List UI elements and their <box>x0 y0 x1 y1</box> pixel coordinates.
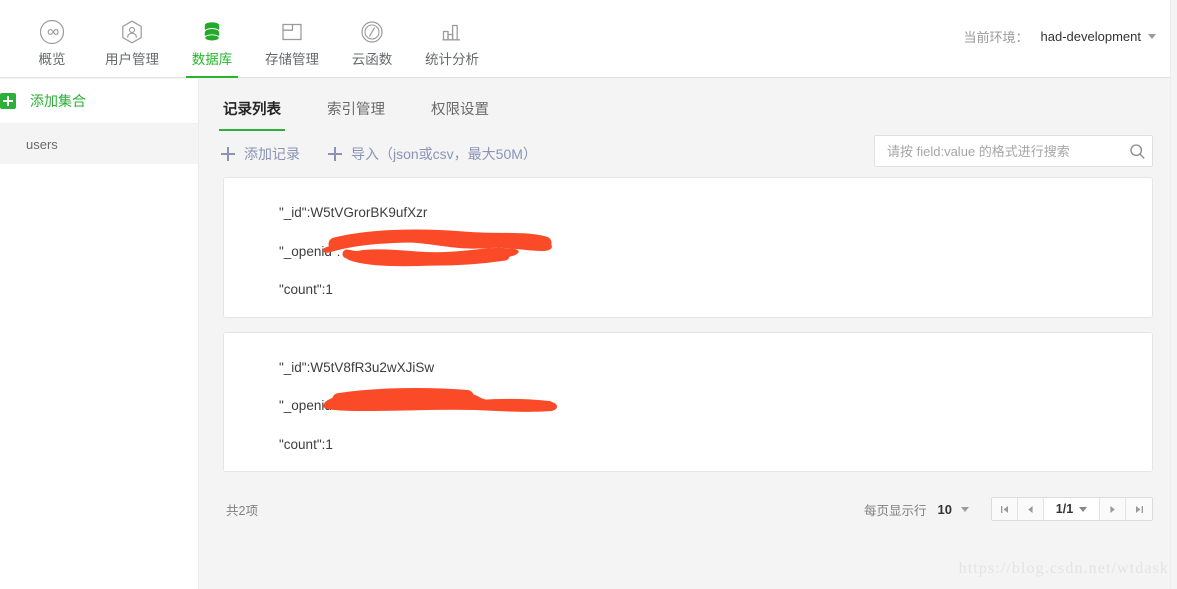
sidebar-item-users[interactable]: users <box>0 124 198 164</box>
nav-item-label: 数据库 <box>191 52 233 68</box>
tab-label: 权限设置 <box>431 101 489 118</box>
tab-bar: 记录列表 索引管理 权限设置 <box>200 79 1170 131</box>
prev-page-button[interactable] <box>1018 498 1044 520</box>
add-record-label: 添加记录 <box>244 146 300 162</box>
search-icon[interactable] <box>1122 143 1152 160</box>
nav-item-label: 概览 <box>38 52 66 68</box>
page-navigation: 1/1 <box>991 497 1153 521</box>
record-field-count: "count":1 <box>224 436 1152 452</box>
record-field-key: "_openid": <box>279 398 341 413</box>
record-toolbar: 添加记录 导入 （json或csv，最大50M） <box>200 131 1170 177</box>
pagination-footer: 共2项 每页显示行 10 1/1 <box>200 486 1170 526</box>
add-collection-label: 添加集合 <box>30 93 86 109</box>
nav-item-cloud-function[interactable]: 云函数 <box>332 0 412 78</box>
page-number-value: 1/1 <box>1055 502 1074 516</box>
database-icon <box>199 17 225 47</box>
nav-item-statistics[interactable]: 统计分析 <box>412 0 492 78</box>
record-card[interactable]: "_id":W5tV8fR3u2wXJiSw "_openid": "count… <box>223 331 1153 472</box>
first-page-button[interactable] <box>992 498 1018 520</box>
redaction-scribble <box>319 380 559 431</box>
environment-label: 当前环境： <box>963 30 1029 45</box>
total-count-label: 共2项 <box>226 503 258 518</box>
pagination-controls: 每页显示行 10 1/1 <box>864 497 1153 521</box>
import-button[interactable]: 导入 （json或csv，最大50M） <box>328 144 537 164</box>
user-hexagon-icon <box>119 17 145 47</box>
nav-item-label: 统计分析 <box>425 52 479 68</box>
slash-circle-icon <box>359 17 385 47</box>
last-page-button[interactable] <box>1126 498 1152 520</box>
collections-sidebar: 添加集合 users <box>0 79 199 589</box>
bar-chart-icon <box>439 17 465 47</box>
plus-icon <box>221 147 235 161</box>
chevron-down-icon <box>1148 34 1156 39</box>
collection-name: users <box>26 136 58 152</box>
record-field-key: "_id": <box>279 359 311 375</box>
record-field-openid: "_openid": <box>224 229 1152 266</box>
record-field-key: "count": <box>279 282 326 297</box>
nav-item-overview[interactable]: 概览 <box>12 0 92 78</box>
search-input[interactable] <box>875 143 1122 159</box>
nav-item-storage-management[interactable]: 存储管理 <box>252 0 332 78</box>
record-field-id: "_id":W5tVGrorBK9ufXzr <box>224 206 1152 220</box>
app-page: 概览 用户管理 数据库 存储管理 云函数 统计分析 当前环境： had-deve… <box>0 0 1177 589</box>
nav-item-user-management[interactable]: 用户管理 <box>92 0 172 78</box>
tab-label: 索引管理 <box>327 101 385 118</box>
plus-icon <box>328 147 342 161</box>
tab-index-management[interactable]: 索引管理 <box>325 101 387 132</box>
nav-item-label: 存储管理 <box>265 52 319 68</box>
rows-per-page-label: 每页显示行 <box>864 503 927 518</box>
top-navigation-bar: 概览 用户管理 数据库 存储管理 云函数 统计分析 当前环境： had-deve… <box>0 0 1170 78</box>
import-hint: （json或csv，最大50M） <box>379 146 537 162</box>
page-right-edge <box>1170 0 1177 589</box>
search-box[interactable] <box>874 135 1153 167</box>
folder-icon <box>279 17 305 47</box>
rows-per-page-select[interactable]: 10 <box>938 502 969 517</box>
plus-square-icon <box>0 93 16 109</box>
record-card[interactable]: "_id":W5tVGrorBK9ufXzr "_openid": "count… <box>223 177 1153 318</box>
tab-record-list[interactable]: 记录列表 <box>219 101 285 132</box>
record-field-count: "count":1 <box>224 283 1152 297</box>
record-field-value: W5tVGrorBK9ufXzr <box>310 205 428 220</box>
record-field-value: W5tV8fR3u2wXJiSw <box>310 359 435 375</box>
watermark-text: https://blog.csdn.net/wtdask <box>958 560 1169 577</box>
environment-value: had-development <box>1040 29 1141 44</box>
chevron-down-icon <box>1079 506 1088 512</box>
record-field-key: "_id": <box>279 205 311 220</box>
page-number-select[interactable]: 1/1 <box>1044 498 1100 520</box>
tab-label: 记录列表 <box>223 101 281 118</box>
nav-item-label: 用户管理 <box>105 52 159 68</box>
record-list: "_id":W5tVGrorBK9ufXzr "_openid": "count… <box>200 177 1170 472</box>
nav-item-label: 云函数 <box>351 52 393 68</box>
chevron-down-icon <box>961 506 969 512</box>
record-field-value: 1 <box>325 282 333 297</box>
nav-item-list: 概览 用户管理 数据库 存储管理 云函数 统计分析 <box>0 0 492 78</box>
nav-item-database[interactable]: 数据库 <box>172 0 252 78</box>
add-collection-button[interactable]: 添加集合 <box>0 79 198 124</box>
infinity-circle-icon <box>39 17 65 47</box>
next-page-button[interactable] <box>1100 498 1126 520</box>
record-field-value: 1 <box>325 436 333 452</box>
main-content: 记录列表 索引管理 权限设置 添加记录 导入 （json或csv，最大50M） <box>200 79 1170 589</box>
record-field-key: "_openid": <box>279 243 341 259</box>
record-field-key: "count": <box>279 436 326 452</box>
redaction-scribble <box>319 226 559 277</box>
environment-selector[interactable]: 当前环境： had-development <box>964 27 1156 46</box>
rows-per-page-value: 10 <box>937 501 952 517</box>
add-record-button[interactable]: 添加记录 <box>221 144 300 164</box>
import-label: 导入 <box>351 146 379 162</box>
record-field-openid: "_openid": <box>224 388 1152 413</box>
record-field-id: "_id":W5tV8fR3u2wXJiSw <box>224 359 1152 375</box>
tab-permission-settings[interactable]: 权限设置 <box>429 101 491 132</box>
